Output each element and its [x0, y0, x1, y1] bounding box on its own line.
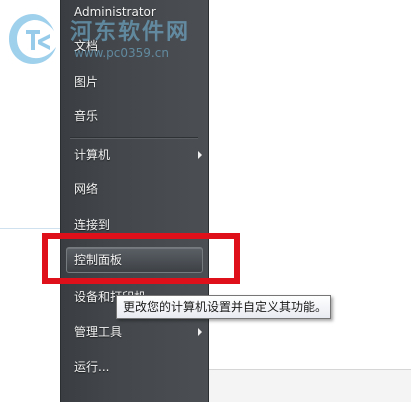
menu-item-label: 计算机 [74, 148, 111, 162]
menu-item-documents[interactable]: 文档 [74, 35, 202, 57]
tooltip: 更改您的计算机设置并自定义其功能。 [116, 295, 331, 319]
user-name[interactable]: Administrator [74, 1, 202, 23]
desktop-area-right [209, 0, 411, 402]
menu-item-label: 文档 [74, 39, 99, 53]
menu-item-label: 音乐 [74, 109, 99, 123]
menu-item-label: 图片 [74, 75, 99, 89]
menu-item-run[interactable]: 运行... [74, 356, 202, 378]
menu-item-computer[interactable]: 计算机 [74, 144, 202, 166]
annotation-highlight-box [42, 233, 240, 284]
menu-item-pictures[interactable]: 图片 [74, 71, 202, 93]
menu-item-music[interactable]: 音乐 [74, 105, 202, 127]
desktop-area-left [0, 0, 60, 402]
menu-item-network[interactable]: 网络 [74, 178, 202, 200]
menu-separator [70, 137, 198, 139]
window-bottom-strip [209, 370, 411, 402]
menu-item-label: 管理工具 [74, 325, 123, 339]
menu-item-label: 网络 [74, 182, 99, 196]
submenu-arrow-icon [198, 328, 202, 336]
desktop-window-edge [0, 228, 60, 229]
menu-item-label: 连接到 [74, 218, 111, 232]
menu-item-label: 运行... [74, 360, 110, 374]
submenu-arrow-icon [198, 151, 202, 159]
menu-item-admin-tools[interactable]: 管理工具 [74, 321, 202, 343]
